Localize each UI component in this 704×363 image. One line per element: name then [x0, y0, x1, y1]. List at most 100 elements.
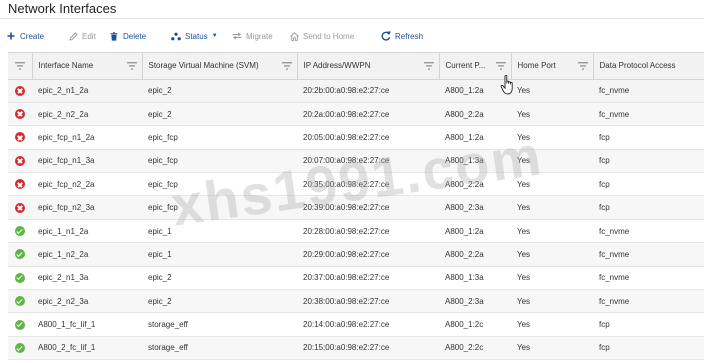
delete-button[interactable]: Delete — [109, 26, 146, 46]
status-cell — [8, 219, 32, 244]
funnel-icon[interactable] — [496, 62, 506, 70]
svm-cell: epic_fcp — [142, 195, 297, 220]
trash-icon — [109, 31, 119, 41]
table-row[interactable]: epic_fcp_n2_2a epic_fcp 20:35:00:a0:98:e2:… — [8, 172, 704, 197]
refresh-button[interactable]: Refresh — [381, 26, 423, 46]
svm-cell: epic_2 — [142, 266, 297, 291]
send-to-home-button[interactable]: Send to Home — [289, 26, 354, 46]
column-header-label: Home Port — [517, 61, 556, 71]
table-row[interactable]: epic_fcp_n1_3a epic_fcp 20:07:00:a0:98:e2:… — [8, 149, 704, 174]
table-row[interactable]: epic_2_n2_3a epic_2 20:38:00:a0:98:e2:27:c… — [8, 289, 704, 314]
table-body: epic_2_n1_2a epic_2 20:2b:00:a0:98:e2:27:c… — [8, 79, 704, 361]
home-port-cell: Yes — [511, 149, 593, 174]
funnel-icon[interactable] — [127, 62, 137, 70]
ip-column-header[interactable]: IP Address/WWPN — [297, 53, 440, 80]
create-button[interactable]: Create — [6, 26, 44, 46]
svm-cell: storage_eff — [142, 312, 297, 337]
table-row[interactable]: epic_fcp_n1_2a epic_fcp 20:05:00:a0:98:e2:… — [8, 125, 704, 150]
svm-cell: epic_2 — [142, 102, 297, 127]
table-row[interactable]: A800_1_fc_lif_1 storage_eff 20:14:00:a0:98… — [8, 312, 704, 337]
svm-cell: epic_2 — [142, 289, 297, 314]
delete-button-label: Delete — [123, 31, 147, 41]
table-row[interactable]: A800_2_fc_lif_1 storage_eff 20:15:00:a0:98… — [8, 336, 704, 361]
protocol-cell: fc_nvme — [593, 242, 704, 267]
ip-address-cell: 20:29:00:a0:98:e2:27:ce — [297, 242, 439, 267]
protocol-cell: fcp — [593, 312, 704, 337]
status-icon — [171, 31, 181, 41]
status-cell — [8, 266, 32, 291]
table-row[interactable]: epic_2_n1_3a epic_2 20:37:00:a0:98:e2:27:c… — [8, 266, 704, 291]
ip-address-cell: 20:37:00:a0:98:e2:27:ce — [297, 266, 439, 291]
interface-name-cell: epic_fcp_n2_3a — [32, 195, 142, 220]
ip-address-cell: 20:07:00:a0:98:e2:27:ce — [297, 149, 439, 174]
ip-address-cell: 20:35:00:a0:98:e2:27:ce — [297, 172, 439, 197]
edit-button[interactable]: Edit — [68, 26, 96, 46]
column-header-label: Interface Name — [38, 61, 94, 71]
ip-address-cell: 20:05:00:a0:98:e2:27:ce — [297, 125, 439, 150]
home-port-cell: Yes — [511, 102, 593, 127]
status-cell — [8, 336, 32, 361]
error-status-icon — [15, 179, 25, 190]
table-row[interactable]: epic_1_n1_2a epic_1 20:28:00:a0:98:e2:27:c… — [8, 219, 704, 244]
svm-cell: epic_1 — [142, 219, 297, 244]
svm-column-header[interactable]: Storage Virtual Machine (SVM) — [142, 53, 298, 80]
home-port-cell: Yes — [511, 79, 593, 103]
status-dropdown[interactable]: Status ▼ — [171, 26, 218, 46]
migrate-button-label: Migrate — [246, 31, 273, 41]
column-header-label: Current P... — [445, 61, 486, 71]
status-cell — [8, 125, 32, 150]
table-row[interactable]: epic_2_n2_2a epic_2 20:2a:00:a0:98:e2:27:c… — [8, 102, 704, 127]
current-port-cell: A800_1:2a — [439, 219, 511, 244]
create-button-label: Create — [20, 31, 45, 41]
home-port-cell: Yes — [511, 336, 593, 361]
current-port-cell: A800_1:2c — [439, 312, 511, 337]
current-port-cell: A800_2:2a — [439, 102, 511, 127]
funnel-icon[interactable] — [578, 62, 588, 70]
edit-button-label: Edit — [82, 31, 96, 41]
status-dropdown-label: Status — [185, 31, 208, 41]
svm-cell: epic_2 — [142, 79, 297, 103]
current-port-cell: A800_1:3a — [439, 266, 511, 291]
current-port-cell: A800_1:2a — [439, 125, 511, 150]
funnel-icon[interactable] — [282, 62, 292, 70]
current-port-cell: A800_2:3a — [439, 289, 511, 314]
interface-name-column-header[interactable]: Interface Name — [32, 53, 143, 80]
status-cell — [8, 242, 32, 267]
svm-cell: storage_eff — [142, 336, 297, 361]
ok-status-icon — [15, 226, 25, 237]
protocol-cell: fcp — [593, 336, 704, 361]
status-column-header[interactable] — [8, 53, 33, 80]
funnel-icon[interactable] — [424, 62, 434, 70]
table-row[interactable]: epic_1_n2_2a epic_1 20:29:00:a0:98:e2:27:c… — [8, 242, 704, 267]
error-status-icon — [15, 155, 25, 166]
interface-name-cell: epic_2_n1_2a — [32, 79, 142, 103]
error-status-icon — [15, 85, 25, 96]
refresh-icon — [381, 31, 391, 41]
error-status-icon — [15, 132, 25, 143]
ip-address-cell: 20:28:00:a0:98:e2:27:ce — [297, 219, 439, 244]
status-cell — [8, 102, 32, 127]
page-title: Network Interfaces — [8, 1, 117, 16]
ip-address-cell: 20:2a:00:a0:98:e2:27:ce — [297, 102, 439, 127]
ok-status-icon — [15, 272, 25, 283]
migrate-button[interactable]: Migrate — [232, 26, 273, 46]
status-cell — [8, 195, 32, 220]
plus-icon — [6, 31, 16, 41]
table-row[interactable]: epic_2_n1_2a epic_2 20:2b:00:a0:98:e2:27:c… — [8, 79, 704, 103]
ok-status-icon — [15, 342, 25, 353]
table-row[interactable]: epic_fcp_n2_3a epic_fcp 20:39:00:a0:98:e2:… — [8, 195, 704, 220]
interfaces-table: Interface Name Storage Virtual Machine (… — [8, 53, 704, 361]
column-header-label: Data Protocol Access — [599, 61, 676, 71]
status-cell — [8, 172, 32, 197]
home-port-cell: Yes — [511, 195, 593, 220]
home-port-cell: Yes — [511, 289, 593, 314]
ok-status-icon — [15, 319, 25, 330]
interface-name-cell: A800_2_fc_lif_1 — [32, 336, 142, 361]
interface-name-cell: epic_1_n1_2a — [32, 219, 142, 244]
home-port-column-header[interactable]: Home Port — [511, 53, 594, 80]
protocol-column-header[interactable]: Data Protocol Access — [593, 53, 704, 80]
funnel-icon[interactable] — [15, 62, 25, 70]
status-cell — [8, 149, 32, 174]
column-header-label: Storage Virtual Machine (SVM) — [148, 61, 259, 71]
error-status-icon — [15, 109, 25, 120]
